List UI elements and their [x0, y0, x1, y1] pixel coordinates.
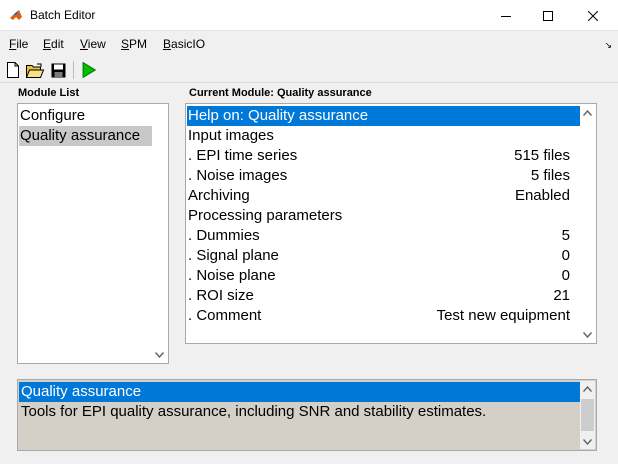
- row-label: . Signal plane: [188, 247, 279, 264]
- row-label: . Comment: [188, 307, 262, 324]
- row-value: 0: [561, 247, 570, 264]
- menu-file[interactable]: File: [9, 37, 28, 51]
- close-button[interactable]: [570, 0, 615, 31]
- current-module-list[interactable]: Help on: Quality assurance Input images …: [185, 103, 597, 344]
- new-file-icon: [7, 62, 19, 78]
- window-title: Batch Editor: [30, 8, 96, 22]
- row-label: Help on: Quality assurance: [188, 107, 369, 124]
- run-icon: [82, 62, 96, 78]
- minimize-button[interactable]: [483, 0, 528, 31]
- maximize-button[interactable]: [525, 0, 570, 31]
- module-row-help[interactable]: Help on: Quality assurance: [187, 106, 580, 126]
- open-button[interactable]: [25, 60, 45, 80]
- row-value: 21: [553, 287, 570, 304]
- menu-bar: File Edit View SPM BasicIO ↘: [0, 32, 618, 56]
- module-list-item-label: Quality assurance: [20, 127, 141, 144]
- row-value: 515 files: [514, 147, 570, 164]
- scroll-down-icon[interactable]: [580, 434, 595, 449]
- scrollbar-thumb[interactable]: [581, 399, 594, 431]
- module-list-label: Module List: [18, 87, 80, 99]
- new-button[interactable]: [3, 60, 23, 80]
- run-button[interactable]: [79, 60, 99, 80]
- module-row-signal-plane[interactable]: . Signal plane 0: [187, 246, 580, 266]
- scroll-up-icon[interactable]: [580, 381, 595, 396]
- scroll-down-icon[interactable]: [580, 327, 595, 342]
- row-value: 0: [561, 267, 570, 284]
- row-value: Enabled: [514, 187, 570, 204]
- menu-corner-icon: ↘: [604, 40, 612, 50]
- description-text: Tools for EPI quality assurance, includi…: [21, 403, 487, 420]
- scroll-up-icon[interactable]: [580, 105, 595, 120]
- close-icon: [587, 10, 598, 21]
- row-label: Input images: [188, 127, 274, 144]
- row-label: Archiving: [188, 187, 250, 204]
- minimize-icon: [500, 15, 511, 17]
- module-row-noise-plane[interactable]: . Noise plane 0: [187, 266, 580, 286]
- menu-edit[interactable]: Edit: [43, 37, 64, 51]
- module-row-archiving[interactable]: Archiving Enabled: [187, 186, 580, 206]
- module-list-item-configure[interactable]: Configure: [19, 106, 152, 126]
- row-value: 5: [561, 227, 570, 244]
- row-label: . EPI time series: [188, 147, 298, 164]
- module-list-scrollbar[interactable]: [152, 105, 167, 362]
- maximize-icon: [542, 10, 553, 21]
- row-label: . ROI size: [188, 287, 254, 304]
- module-list[interactable]: Configure Quality assurance: [17, 103, 169, 364]
- current-module-scrollbar[interactable]: [580, 105, 595, 342]
- current-module-label: Current Module: Quality assurance: [189, 87, 372, 99]
- row-value: 5 files: [530, 167, 570, 184]
- row-label: . Dummies: [188, 227, 260, 244]
- menu-basicio[interactable]: BasicIO: [163, 37, 205, 51]
- toolbar: [0, 57, 618, 83]
- open-folder-icon: [26, 63, 44, 78]
- description-title: Quality assurance: [19, 382, 580, 402]
- save-button[interactable]: [48, 60, 68, 80]
- toolbar-separator: [73, 61, 74, 79]
- scroll-down-icon[interactable]: [152, 347, 167, 362]
- matlab-app-icon: [9, 8, 23, 22]
- module-row-processing-parameters[interactable]: Processing parameters: [187, 206, 580, 226]
- menu-view[interactable]: View: [80, 37, 106, 51]
- menu-spm[interactable]: SPM: [121, 37, 147, 51]
- row-value: Test new equipment: [436, 307, 570, 324]
- description-box[interactable]: Quality assurance Tools for EPI quality …: [17, 379, 597, 451]
- module-row-roi-size[interactable]: . ROI size 21: [187, 286, 580, 306]
- module-row-input-images[interactable]: Input images: [187, 126, 580, 146]
- module-row-noise-images[interactable]: . Noise images 5 files: [187, 166, 580, 186]
- row-label: Processing parameters: [188, 207, 343, 224]
- module-list-item-label: Configure: [20, 107, 86, 124]
- description-scrollbar[interactable]: [580, 381, 595, 449]
- module-row-epi-time-series[interactable]: . EPI time series 515 files: [187, 146, 580, 166]
- row-label: . Noise images: [188, 167, 288, 184]
- module-row-dummies[interactable]: . Dummies 5: [187, 226, 580, 246]
- save-icon: [51, 63, 65, 77]
- title-bar: Batch Editor: [0, 0, 618, 31]
- module-row-comment[interactable]: . Comment Test new equipment: [187, 306, 580, 326]
- row-label: . Noise plane: [188, 267, 276, 284]
- module-list-item-quality-assurance[interactable]: Quality assurance: [19, 126, 152, 146]
